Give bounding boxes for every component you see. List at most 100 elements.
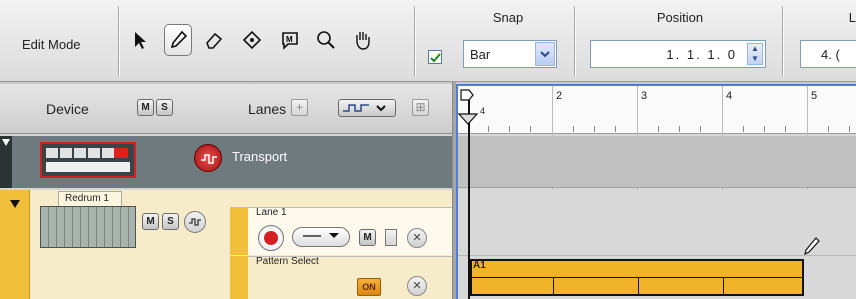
snap-label: Snap [492, 10, 524, 25]
length-value: 4. ( [821, 47, 840, 62]
transport-track-tab[interactable] [0, 136, 12, 188]
collapse-triangle-icon[interactable] [0, 136, 12, 150]
locator-icon [457, 89, 479, 125]
beat-tick [743, 126, 744, 132]
lane-record-button[interactable] [258, 225, 284, 251]
pencil-tool-button[interactable] [164, 24, 192, 56]
length-field[interactable]: 4. ( [800, 40, 856, 68]
arrow-icon [135, 32, 146, 49]
delete-lane-button[interactable]: ✕ [407, 228, 427, 248]
length-label: Le [848, 10, 856, 25]
waveform-icon [189, 218, 201, 226]
lanes-label: Lanes [248, 101, 287, 117]
select-tool-button[interactable] [126, 24, 154, 56]
lane-mute-button[interactable]: M [359, 229, 376, 246]
lane-options-button[interactable]: ⊞ [412, 99, 429, 116]
transport-track-icon [194, 144, 222, 172]
add-lane-button[interactable]: + [291, 99, 308, 116]
checkmark-icon [429, 52, 441, 62]
snap-select[interactable]: Bar [463, 40, 557, 68]
delete-pattern-lane-button[interactable]: ✕ [407, 276, 427, 296]
snap-dropdown-button[interactable] [535, 42, 555, 66]
bar-number: 4 [726, 90, 733, 102]
snap-checkbox[interactable] [428, 50, 442, 64]
lane-tab[interactable] [230, 207, 248, 255]
beat-tick [849, 126, 850, 132]
lane-divider [458, 255, 856, 256]
beat-tick [828, 126, 829, 132]
pencil-cursor-icon [803, 236, 821, 256]
device-header: Device M S Lanes + ⊞ [0, 84, 452, 134]
hand-tool-button[interactable] [348, 24, 376, 56]
snap-value: Bar [470, 47, 491, 62]
transport-device-thumbnail[interactable] [40, 142, 136, 178]
beat-tick [764, 126, 765, 132]
timeline-ruler[interactable] [458, 86, 856, 134]
chevron-down-icon [540, 51, 550, 58]
clip-bar-line [723, 278, 724, 294]
record-graphic [114, 148, 128, 158]
redrum-mute-button[interactable]: M [142, 213, 159, 230]
bar-number: 5 [811, 90, 818, 102]
beat-tick [658, 126, 659, 132]
eraser-tool-button[interactable] [200, 24, 228, 56]
chevron-down-icon [303, 233, 339, 238]
position-spinner[interactable]: ▲ ▼ [747, 43, 763, 65]
beat-tick [488, 126, 489, 132]
toolbar-separator [118, 6, 119, 76]
master-mute-button[interactable]: M [137, 99, 154, 116]
device-header-label: Device [46, 101, 89, 117]
hand-icon [356, 32, 370, 50]
left-locator-marker[interactable] [457, 88, 479, 126]
clip-bar-line [638, 278, 639, 294]
beat-tick [573, 126, 574, 132]
redrum-device-thumbnail[interactable] [40, 206, 136, 248]
svg-text:M: M [286, 35, 293, 44]
eraser-icon [206, 32, 223, 49]
pattern-lane-tab[interactable] [230, 256, 248, 299]
position-field[interactable]: 1. 1. 1. 0 ▲ ▼ [590, 40, 766, 68]
mute-tool-button[interactable]: M [276, 24, 304, 56]
collapse-triangle-icon[interactable] [9, 198, 21, 210]
pattern-on-button[interactable]: ON [357, 278, 381, 296]
beat-tick [615, 126, 616, 132]
beat-tick [509, 126, 510, 132]
edit-mode-label: Edit Mode [22, 37, 81, 52]
locator-label: 4 [480, 106, 486, 116]
magnify-tool-button[interactable] [312, 24, 340, 56]
transport-lane-area[interactable] [458, 136, 856, 188]
toolbar-separator [414, 6, 415, 76]
clip-divider [472, 277, 802, 278]
redrum-monitor-button[interactable] [184, 211, 206, 233]
clip-label: A1 [473, 260, 486, 271]
redrum-track-tab[interactable] [0, 190, 30, 299]
bar-number: 2 [556, 90, 563, 102]
position-label: Position [656, 10, 704, 25]
record-icon [264, 231, 278, 245]
toolbar-separator [782, 6, 783, 76]
pattern-select-label: Pattern Select [256, 256, 319, 267]
note-lane-icon [343, 104, 386, 112]
mute-icon: M [282, 32, 298, 50]
lane-type-selector[interactable] [338, 99, 396, 117]
waveform-icon [201, 154, 217, 164]
transport-track-name: Transport [232, 149, 288, 164]
beat-tick [530, 126, 531, 132]
bar-number: 3 [641, 90, 648, 102]
beat-tick [594, 126, 595, 132]
redrum-solo-button[interactable]: S [162, 213, 179, 230]
clip-bar-line [553, 278, 554, 294]
beat-tick [700, 126, 701, 132]
lane-solo-button[interactable] [385, 229, 397, 246]
magnifier-icon [317, 31, 335, 49]
toolbar-separator [574, 6, 575, 76]
redrum-track-name: Redrum 1 [58, 191, 122, 207]
lane-type-dropdown[interactable] [292, 227, 350, 247]
pattern-clip[interactable] [470, 259, 804, 296]
razor-tool-button[interactable] [238, 24, 266, 56]
transport-display-graphic [46, 162, 130, 172]
position-value: 1. 1. 1. 0 [666, 47, 737, 62]
beat-tick [679, 126, 680, 132]
razor-icon [242, 30, 262, 50]
master-solo-button[interactable]: S [156, 99, 173, 116]
